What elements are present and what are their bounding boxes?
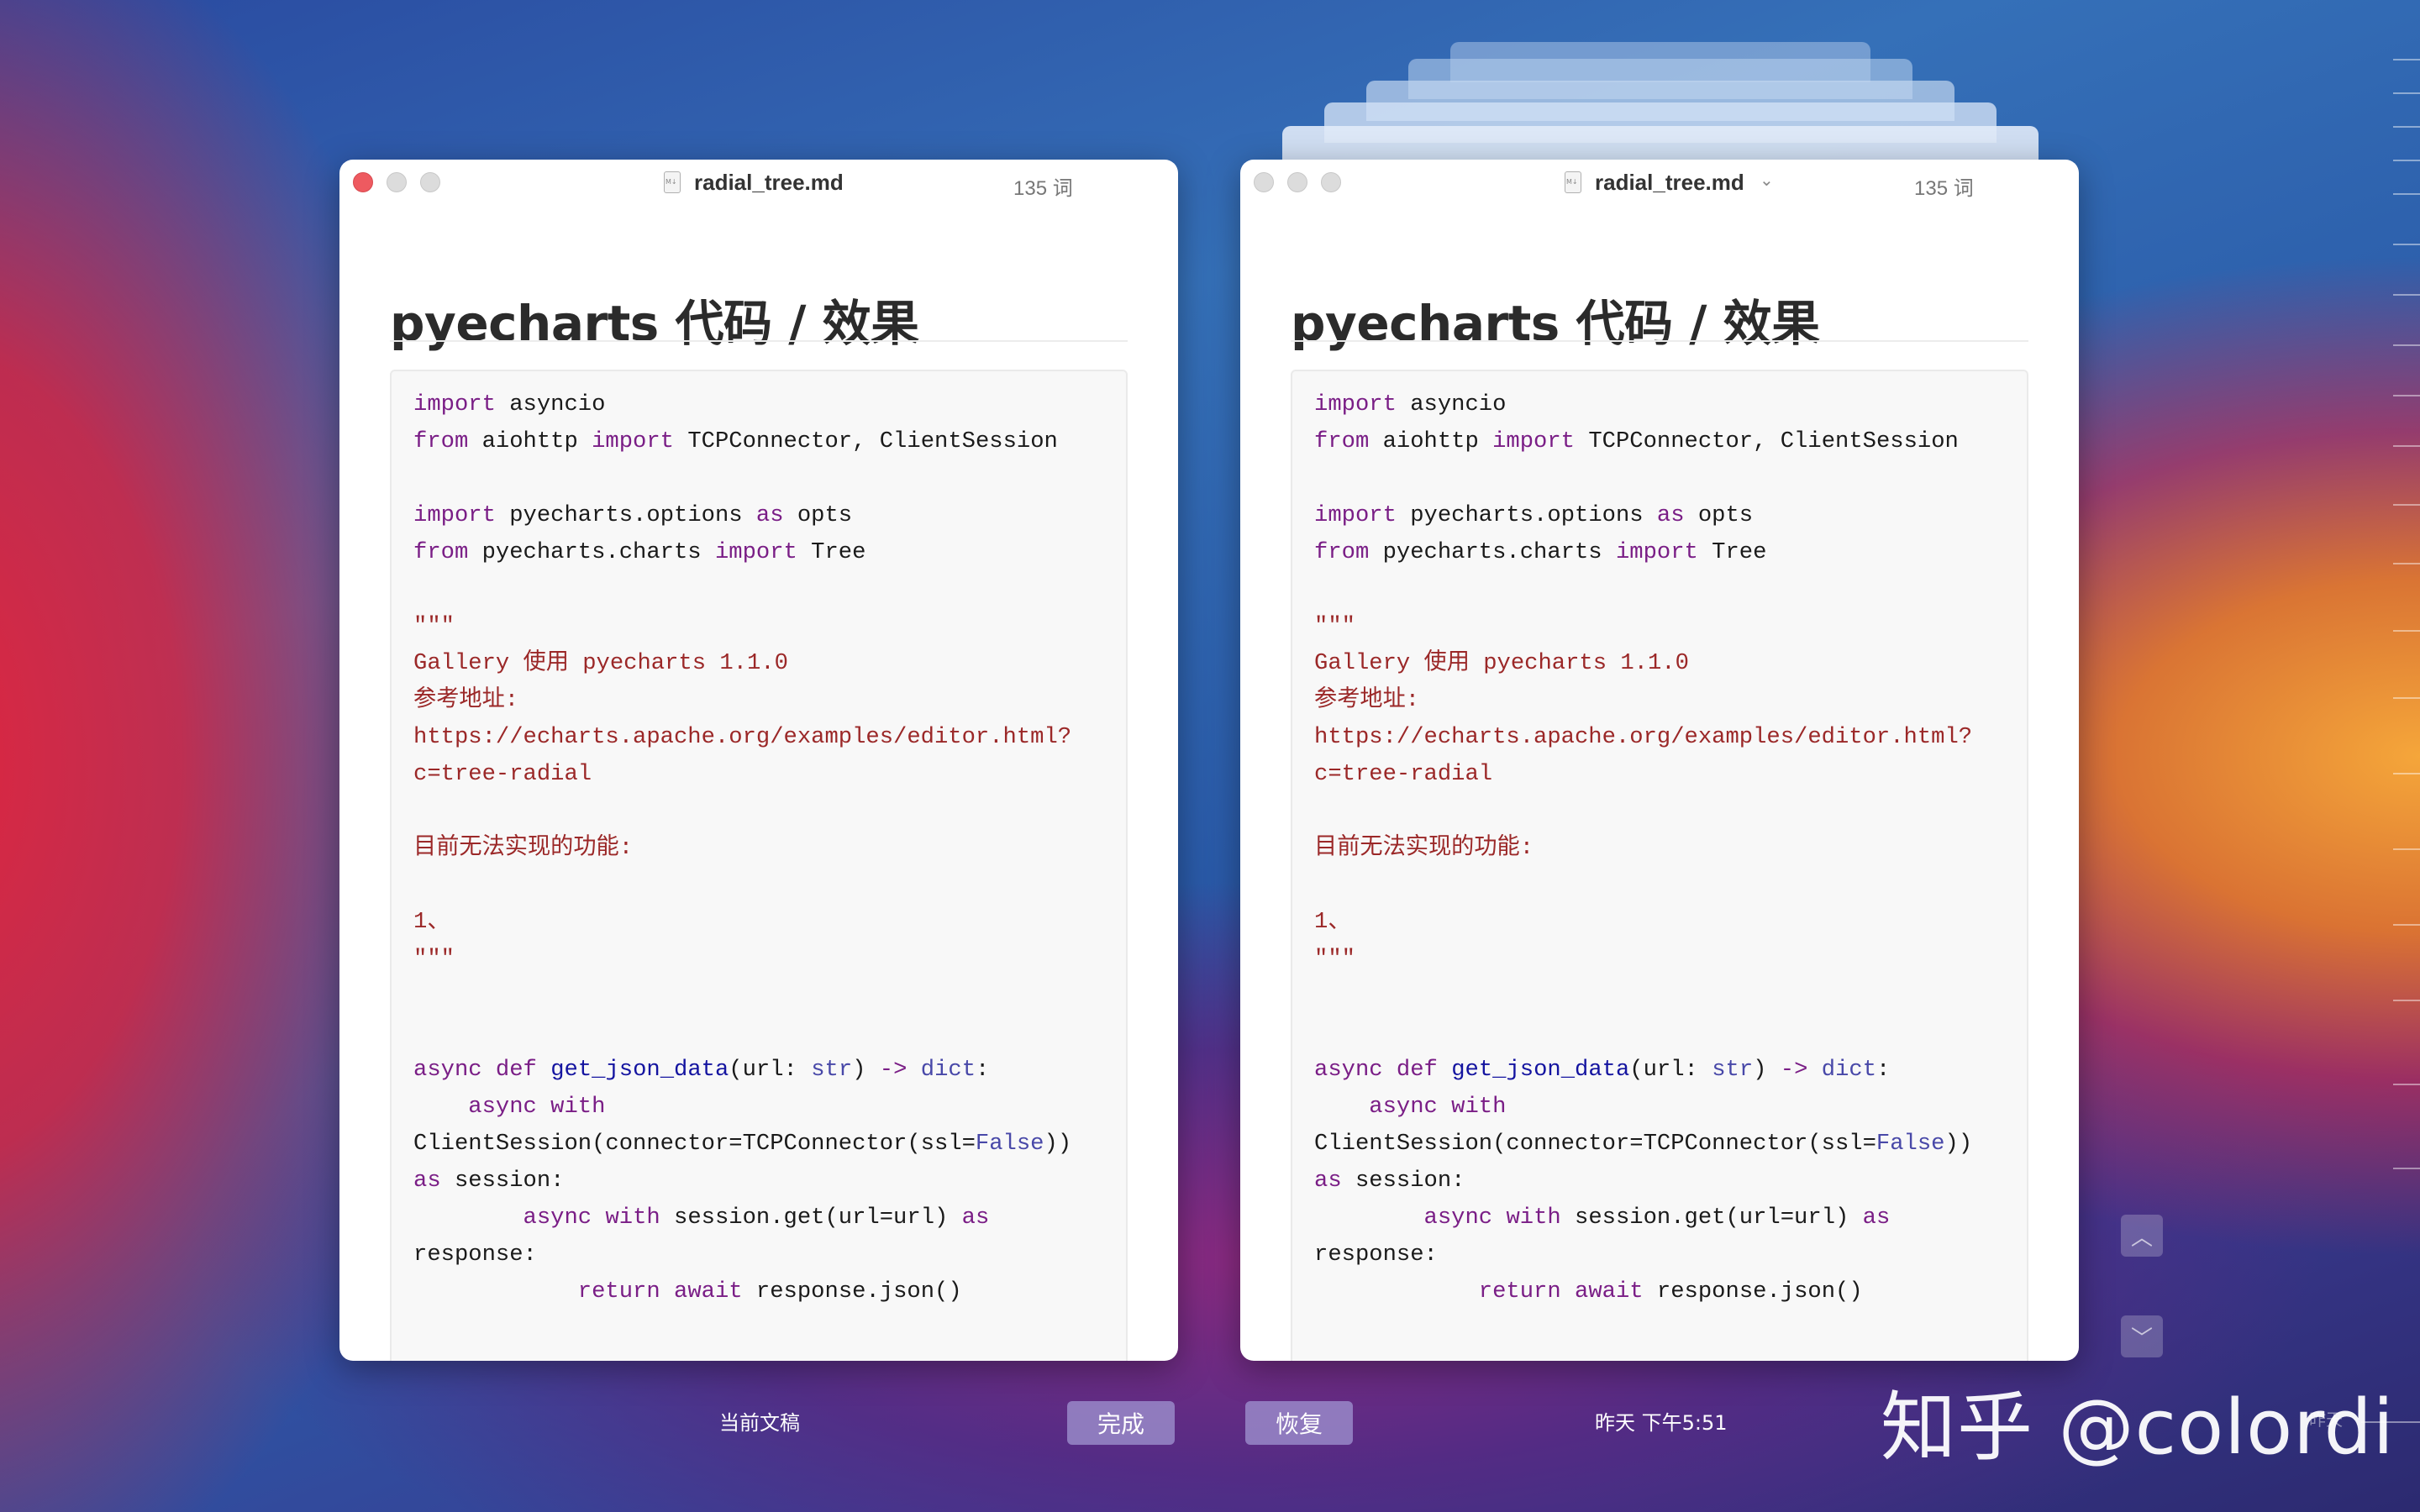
timeline-tick[interactable] [2393,160,2420,161]
timeline-tick[interactable] [2393,294,2420,296]
titlebar: radial_tree.md ⌄ 135 词 [1240,160,2079,207]
timeline-tick[interactable] [2393,924,2420,926]
markdown-file-icon [664,171,681,193]
code-text: import asyncio from aiohttp import TCPCo… [1314,391,1973,1305]
code-block[interactable]: import asyncio from aiohttp import TCPCo… [390,370,1128,1361]
document-heading: pyecharts 代码 / 效果 [390,295,919,352]
window-title[interactable]: radial_tree.md [1595,170,1744,196]
chevron-down-icon: ﹀ [2130,1325,2153,1351]
word-count: 135 词 [1914,177,1974,200]
restore-button[interactable]: 恢复 [1245,1401,1353,1445]
timeline-tick[interactable] [2393,395,2420,396]
timeline-tick[interactable] [2393,848,2420,850]
version-timestamp: 昨天 下午5:51 [1595,1411,1728,1435]
close-button[interactable] [1254,172,1274,192]
minimize-button[interactable] [387,172,407,192]
version-document-window: radial_tree.md ⌄ 135 词 pyecharts 代码 / 效果… [1240,160,2079,1361]
timeline-tick[interactable] [2393,92,2420,94]
next-version-button[interactable]: ﹀ [2121,1315,2163,1357]
minimize-button[interactable] [1287,172,1307,192]
chevron-down-icon[interactable]: ⌄ [1760,170,1774,191]
zhihu-watermark: 知乎 @colordi [1881,1383,2395,1472]
timeline-tick[interactable] [2393,1084,2420,1085]
previous-version-button[interactable]: ︿ [2121,1215,2163,1257]
timeline-tick[interactable] [2393,697,2420,699]
window-title: radial_tree.md [694,170,844,195]
markdown-file-icon [1565,171,1581,193]
zoom-button[interactable] [1321,172,1341,192]
timeline-tick[interactable] [2393,344,2420,346]
code-text: import asyncio from aiohttp import TCPCo… [413,391,1072,1305]
code-block[interactable]: import asyncio from aiohttp import TCPCo… [1291,370,2028,1361]
timeline-tick[interactable] [2393,1000,2420,1001]
timeline-tick[interactable] [2393,1168,2420,1169]
timeline-tick[interactable] [2393,504,2420,506]
heading-divider [390,340,1128,342]
close-button[interactable] [353,172,373,192]
titlebar: radial_tree.md 135 词 [339,160,1178,207]
timeline-tick[interactable] [2393,773,2420,774]
chevron-up-icon: ︿ [2130,1224,2153,1250]
version-timeline[interactable] [2361,50,2420,1462]
current-document-label: 当前文稿 [719,1411,800,1435]
document-heading: pyecharts 代码 / 效果 [1291,295,1820,352]
timeline-tick[interactable] [2393,193,2420,195]
heading-divider [1291,340,2028,342]
timeline-tick[interactable] [2393,630,2420,632]
timeline-tick[interactable] [2393,445,2420,447]
zoom-button[interactable] [420,172,440,192]
done-button[interactable]: 完成 [1067,1401,1175,1445]
word-count: 135 词 [1013,177,1073,200]
current-document-window: radial_tree.md 135 词 pyecharts 代码 / 效果 i… [339,160,1178,1361]
timeline-tick[interactable] [2393,244,2420,245]
timeline-tick[interactable] [2393,59,2420,60]
timeline-tick[interactable] [2393,126,2420,128]
timeline-tick[interactable] [2393,563,2420,564]
